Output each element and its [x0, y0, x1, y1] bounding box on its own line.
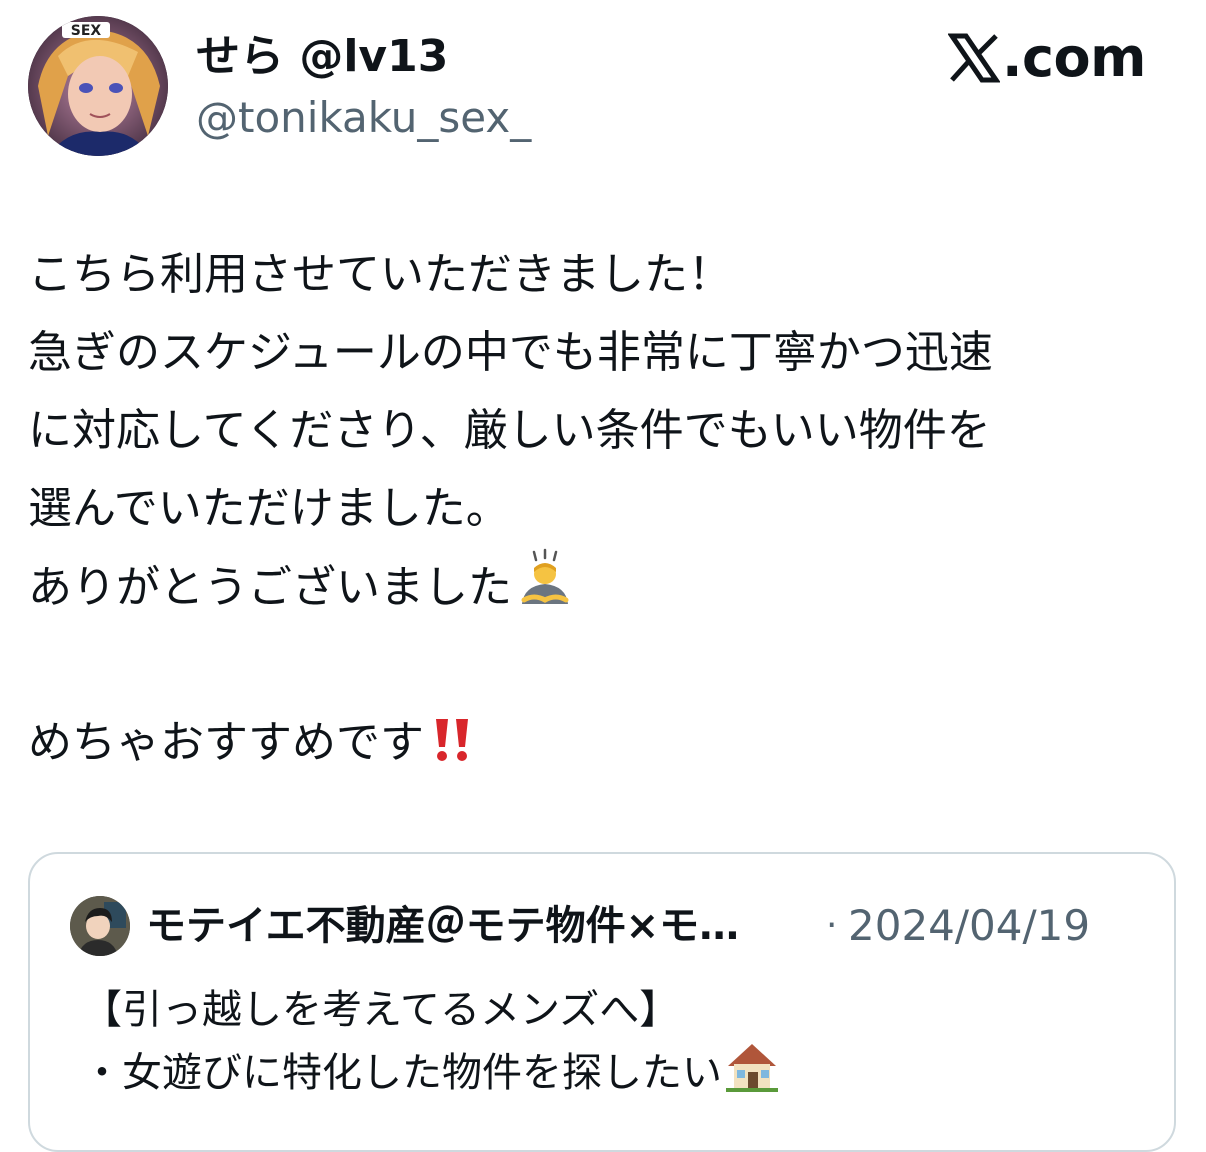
house-emoji [724, 1038, 780, 1111]
x-logo-icon [947, 32, 1001, 84]
tweet-line-with-emoji: ありがとうございました [28, 548, 1178, 626]
quoted-tweet-date[interactable]: 2024/04/19 [848, 898, 1090, 954]
brand-text: .com [1002, 26, 1146, 89]
brand-logo: .com [947, 26, 1148, 89]
avatar[interactable]: SEX [28, 16, 168, 156]
tweet-line-text: めちゃおすすめです [28, 717, 424, 768]
tweet-line-with-emoji: めちゃおすすめです [28, 704, 1178, 782]
quoted-tweet-card[interactable]: モテイエ不動産＠モテ物件×モ… · 2024/04/19 【引っ越しを考えてるメ… [28, 852, 1176, 1152]
tweet-line: 急ぎのスケジュールの中でも非常に丁寧かつ迅速 [28, 327, 993, 378]
double-exclamation-emoji [426, 712, 478, 790]
person-bowing-emoji [514, 548, 576, 635]
display-name[interactable]: せら @lv13 [196, 30, 448, 84]
quoted-tweet-line-text: ・女遊びに特化した物件を探したい [82, 1050, 722, 1096]
quoted-author-avatar[interactable] [70, 896, 130, 956]
tweet-text: こちら利用させていただきました！ 急ぎのスケジュールの中でも非常に丁寧かつ迅速 … [28, 236, 1178, 782]
tweet-line: 選んでいただけました。 [28, 483, 510, 534]
avatar-badge-text: SEX [71, 23, 102, 39]
tweet-line-text: ありがとうございました [28, 562, 512, 613]
user-handle[interactable]: @tonikaku_sex_ [196, 92, 531, 144]
separator-dot: · [826, 905, 838, 946]
quoted-tweet-line-with-emoji: ・女遊びに特化した物件を探したい [82, 1038, 780, 1111]
tweet-line: こちら利用させていただきました！ [28, 249, 732, 300]
quoted-tweet-line: 【引っ越しを考えてるメンズへ】 [82, 987, 680, 1033]
tweet-line: に対応してくださり、厳しい条件でもいい物件を [28, 405, 991, 456]
quoted-author-name[interactable]: モテイエ不動産＠モテ物件×モ… [146, 898, 739, 954]
